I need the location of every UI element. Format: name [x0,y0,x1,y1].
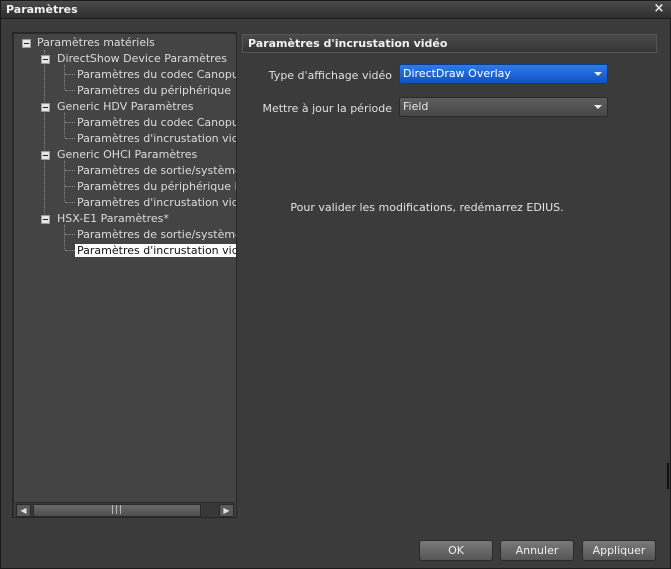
tree-horizontal-scrollbar[interactable]: ◀ ||| ▶ [15,502,235,517]
ok-button[interactable]: OK [419,540,493,561]
apply-button[interactable]: Appliquer [582,540,656,561]
close-icon[interactable]: × [652,2,666,16]
tree-item-peripherique-dv[interactable]: Paramètres du périphérique DV [75,179,236,194]
tree-item-codec-canopus[interactable]: Paramètres du codec Canopus HQ [75,115,236,130]
video-display-type-label: Type d'affichage vidéo [268,69,392,82]
collapse-icon[interactable] [22,39,31,48]
scrollbar-thumb[interactable]: ||| [33,504,201,517]
tree-group-hdv[interactable]: Generic HDV Paramètres [55,99,195,114]
collapse-icon[interactable] [41,151,50,160]
collapse-icon[interactable] [41,55,50,64]
tree-item-sortie-systeme[interactable]: Paramètres de sortie/système [75,163,236,178]
tree-item-codec-canopus[interactable]: Paramètres du codec Canopus HQ [75,67,236,82]
settings-tree: Paramètres matériels DirectShow Device P… [13,33,236,500]
chevron-down-icon [594,72,602,76]
collapse-icon[interactable] [41,103,50,112]
collapse-icon[interactable] [41,215,50,224]
tree-item-peripherique[interactable]: Paramètres du périphérique [75,83,233,98]
title-bar[interactable]: Paramètres × [1,1,671,19]
window-edge-divider [667,463,669,489]
tree-group-directshow[interactable]: DirectShow Device Paramètres [55,51,229,66]
tree-group-ohci[interactable]: Generic OHCI Paramètres [55,147,199,162]
tree-group-hsx-e1[interactable]: HSX-E1 Paramètres* [55,211,171,226]
chevron-down-icon [594,105,602,109]
update-period-label: Mettre à jour la période [262,102,392,115]
cancel-button[interactable]: Annuler [500,540,574,561]
settings-tree-panel: Paramètres matériels DirectShow Device P… [12,32,237,518]
tree-root[interactable]: Paramètres matériels [35,35,157,50]
settings-dialog: Paramètres × Paramètres matériels Direct… [0,0,671,569]
restart-notice: Pour valider les modifications, redémarr… [290,201,564,214]
scroll-right-icon[interactable]: ▶ [219,504,234,517]
tree-item-incrustation[interactable]: Paramètres d'incrustation vidéo [75,195,236,210]
section-header: Paramètres d'incrustation vidéo [242,34,657,53]
update-period-value: Field [403,100,429,113]
tree-item-incrustation-selected[interactable]: Paramètres d'incrustation vidéo [75,243,236,258]
tree-item-sortie-systeme[interactable]: Paramètres de sortie/système [75,227,236,242]
window-title: Paramètres [6,3,78,16]
video-display-type-select[interactable]: DirectDraw Overlay [399,64,608,84]
tree-item-incrustation[interactable]: Paramètres d'incrustation vidéo [75,131,236,146]
update-period-select[interactable]: Field [399,97,608,117]
video-display-type-value: DirectDraw Overlay [403,67,511,80]
scroll-left-icon[interactable]: ◀ [16,504,31,517]
